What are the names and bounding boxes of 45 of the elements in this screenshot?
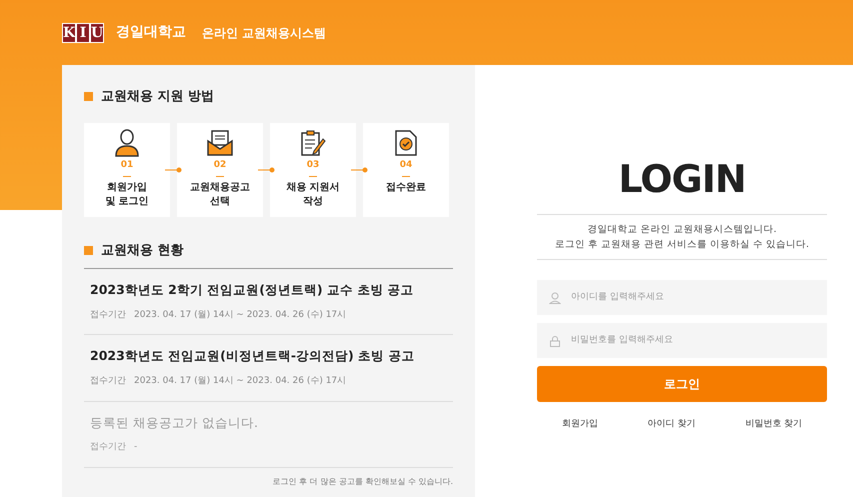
period-label: 접수기간 <box>90 441 126 454</box>
clipboard-pencil-icon <box>299 128 327 156</box>
connector-arrow <box>258 166 276 172</box>
logo-letter: K <box>62 22 76 42</box>
period-label: 접수기간 <box>90 375 126 388</box>
step-number: 01 <box>120 158 134 172</box>
connector-arrow <box>165 166 183 172</box>
lock-icon <box>549 334 561 346</box>
period-dates: 2023. 04. 17 (월) 14시 ~ 2023. 04. 26 (수) 17시 <box>134 375 346 388</box>
step-number: 03 <box>306 158 320 172</box>
logo-letter: I <box>76 22 90 42</box>
step-label: 교원채용공고 선택 <box>189 181 251 209</box>
section-title: 교원채용 지원 방법 <box>101 88 214 106</box>
bullet-icon <box>84 92 93 102</box>
notice-title[interactable]: 2023학년도 2학기 전임교원(정년트랙) 교수 초빙 공고 <box>90 281 447 300</box>
period-dates: 2023. 04. 17 (월) 14시 ~ 2023. 04. 26 (수) 17시 <box>134 308 346 322</box>
period-dates: - <box>134 441 138 454</box>
university-name: 경일대학교 <box>116 23 186 42</box>
step-label: 채용 지원서 작성 <box>285 181 341 209</box>
step-label: 접수완료 <box>385 181 427 195</box>
step-number: 02 <box>212 158 228 172</box>
footnote: 로그인 후 더 많은 공고를 확인해보실 수 있습니다. <box>272 476 453 488</box>
logo-letter: U <box>90 22 104 42</box>
id-input[interactable]: 아이디를 입력해주세요 <box>569 290 809 306</box>
connector-arrow <box>351 166 369 172</box>
user-icon <box>549 292 561 304</box>
notice-title: 등록된 채용공고가 없습니다. <box>90 414 259 432</box>
login-link[interactable]: 아이디 찾기 <box>648 418 696 432</box>
id-field[interactable]: 아이디를 입력해주세요 <box>537 280 827 315</box>
step-number: 04 <box>398 158 414 172</box>
login-link[interactable]: 비밀번호 찾기 <box>745 418 802 432</box>
section-title: 교원채용 현황 <box>101 242 184 260</box>
person-icon <box>114 128 140 156</box>
system-title: 온라인 교원채용시스템 <box>202 24 326 42</box>
login-title: LOGIN <box>617 160 747 198</box>
bullet-icon <box>84 246 93 255</box>
step-label: 회원가입 및 로그인 <box>104 181 150 209</box>
envelope-icon <box>206 128 234 156</box>
password-input[interactable]: 비밀번호를 입력해주세요 <box>569 332 809 348</box>
notice-title[interactable]: 2023학년도 전임교원(비정년트랙-강의전담) 초빙 공고 <box>90 347 447 366</box>
login-link[interactable]: 회원가입 <box>562 418 598 432</box>
password-field[interactable]: 비밀번호를 입력해주세요 <box>537 323 827 358</box>
login-description: 경일대학교 온라인 교원채용시스템입니다. 로그인 후 교원채용 관련 서비스를 이용하실 수 있습니다. <box>537 214 827 260</box>
document-check-icon <box>394 128 418 156</box>
period-label: 접수기간 <box>90 308 126 322</box>
